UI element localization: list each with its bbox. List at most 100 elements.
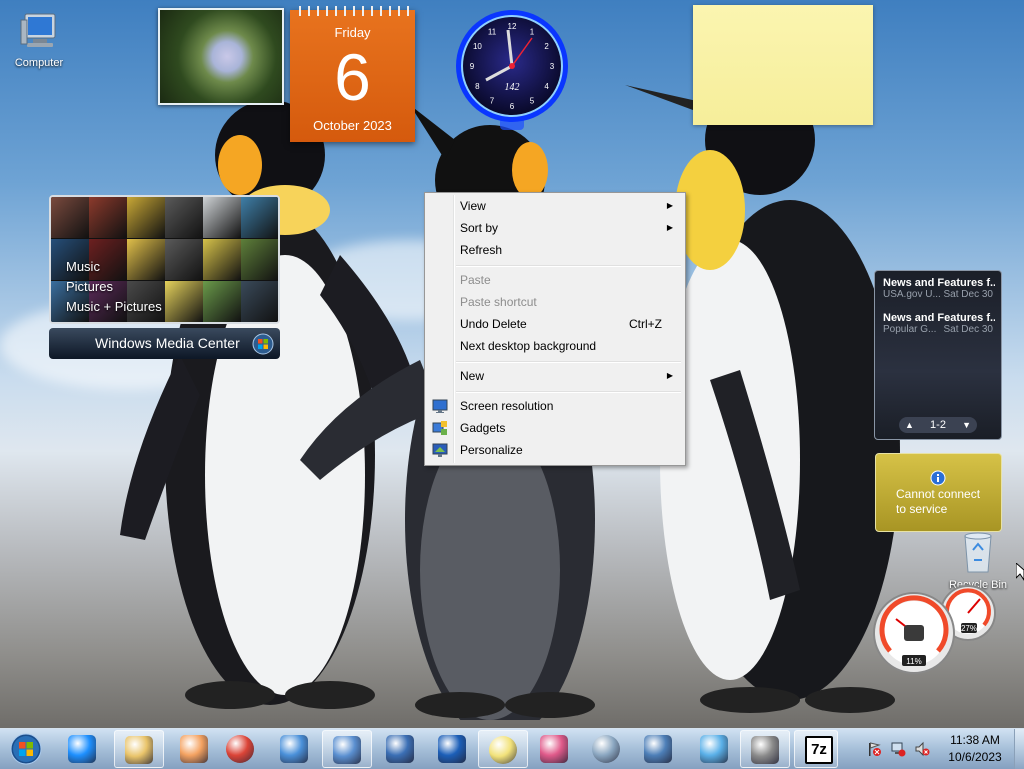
- menu-item-next-desktop-background[interactable]: Next desktop background: [427, 335, 683, 357]
- menu-item-shortcut: Ctrl+Z: [629, 317, 662, 331]
- menu-item-paste-shortcut: Paste shortcut: [427, 291, 683, 313]
- taskbar-button-media-player[interactable]: [170, 730, 220, 768]
- clock-time: 11:38 AM: [950, 733, 1000, 747]
- weather-error-line2: to service: [896, 502, 948, 516]
- pager-next-icon[interactable]: ▼: [962, 417, 971, 433]
- menu-item-sort-by[interactable]: Sort by ▶: [427, 217, 683, 239]
- start-button[interactable]: [2, 730, 52, 768]
- file-explorer-icon: [125, 736, 153, 764]
- feed-item-title: News and Features f...: [883, 277, 995, 289]
- feed-item[interactable]: News and Features f... Popular G... Sat …: [883, 312, 995, 335]
- taskbar-button-sticky-notes[interactable]: [478, 730, 528, 768]
- media-center-menu-music-pictures[interactable]: Music + Pictures: [66, 299, 162, 314]
- menu-item-label: Sort by: [460, 221, 499, 235]
- submenu-arrow-icon: ▶: [666, 371, 673, 380]
- cpu-percent: 11%: [906, 657, 921, 666]
- computer-icon: [20, 13, 56, 47]
- media-center-brand-light: Media Center: [155, 335, 240, 351]
- gadgets-icon: [432, 421, 447, 435]
- menu-item-view[interactable]: View ▶: [427, 195, 683, 217]
- info-icon: [930, 470, 946, 486]
- feed-item-source: Popular G...: [883, 324, 937, 335]
- media-tile: [203, 239, 241, 280]
- taskbar-button-paper-plane[interactable]: [690, 730, 740, 768]
- media-tile: [241, 281, 278, 322]
- screen-resolution-icon: [432, 399, 448, 413]
- calendar-gadget[interactable]: Friday 6 October 2023: [290, 6, 415, 142]
- taskbar-button-7zip[interactable]: 7z: [794, 730, 838, 768]
- menu-item-label: Paste: [460, 273, 491, 287]
- media-center-menu-pictures[interactable]: Pictures: [66, 279, 113, 294]
- taskbar-button-internet-explorer[interactable]: [58, 730, 108, 768]
- taskbar-button-chrome[interactable]: [216, 730, 266, 768]
- menu-item-label: Screen resolution: [460, 399, 554, 413]
- pager-prev-icon[interactable]: ▲: [905, 417, 914, 433]
- network-icon: [386, 735, 414, 763]
- menu-item-personalize[interactable]: Personalize: [427, 439, 683, 461]
- clock-numeral: 2: [544, 42, 549, 51]
- recycle-bin-icon: [964, 532, 992, 573]
- taskbar-button-network[interactable]: [376, 730, 426, 768]
- taskbar-button-help[interactable]: [428, 730, 478, 768]
- taskbar-button-firewall[interactable]: [740, 730, 790, 768]
- clock-numeral: 8: [475, 82, 480, 91]
- flag-icon: [869, 742, 881, 756]
- desktop-context-menu: View ▶ Sort by ▶ Refresh Paste Paste sho…: [424, 192, 686, 466]
- menu-item-label: Undo Delete: [460, 317, 527, 331]
- feed-pager-label: 1-2: [930, 419, 946, 431]
- taskbar-button-control-panel[interactable]: [322, 730, 372, 768]
- internet-explorer-icon: [68, 735, 96, 763]
- volume-muted-icon[interactable]: [914, 741, 930, 760]
- clock-numeral: 11: [488, 27, 497, 36]
- menu-separator: [456, 265, 681, 267]
- media-tile: [165, 239, 203, 280]
- menu-item-screen-resolution[interactable]: Screen resolution: [427, 395, 683, 417]
- slideshow-gadget[interactable]: [158, 8, 284, 105]
- media-tile: [127, 239, 165, 280]
- submenu-arrow-icon: ▶: [666, 201, 673, 210]
- clock-gadget[interactable]: 12 12 3 45 6 7 8 9 10 11 142: [450, 8, 574, 132]
- menu-item-refresh[interactable]: Refresh: [427, 239, 683, 261]
- menu-item-new[interactable]: New ▶: [427, 365, 683, 387]
- taskbar-clock[interactable]: 11:38 AM 10/6/2023: [935, 732, 1015, 766]
- action-center-icon[interactable]: [866, 741, 882, 760]
- menu-item-label: New: [460, 369, 485, 383]
- feed-headlines-gadget[interactable]: News and Features f... USA.gov U... Sat …: [874, 270, 1002, 440]
- menu-item-undo-delete[interactable]: Undo Delete Ctrl+Z: [427, 313, 683, 335]
- sticky-note-gadget[interactable]: [693, 5, 873, 125]
- network-icon: [891, 742, 906, 757]
- clock-date: 10/6/2023: [948, 750, 1002, 764]
- desktop-icon-computer[interactable]: Computer: [4, 10, 74, 69]
- sticky-notes-icon: [489, 736, 517, 764]
- taskbar-button-file-explorer[interactable]: [114, 730, 164, 768]
- taskbar-button-text: 7z: [811, 741, 827, 758]
- clock-numeral: 7: [490, 97, 495, 106]
- paper-plane-icon: [700, 735, 728, 763]
- media-center-brand-bold: Windows: [95, 335, 152, 351]
- desktop-icon-recycle-bin[interactable]: Recycle Bin: [940, 530, 1016, 591]
- taskbar-button-calculator[interactable]: [582, 730, 632, 768]
- weather-error-line1: Cannot connect: [896, 487, 981, 501]
- menu-item-gadgets[interactable]: Gadgets: [427, 417, 683, 439]
- clock-numeral: 6: [510, 102, 515, 111]
- calendar-binding: [294, 6, 411, 16]
- network-status-icon[interactable]: [890, 741, 906, 760]
- taskbar-button-snipping-tool[interactable]: [530, 730, 580, 768]
- taskbar-button-magnifier[interactable]: [634, 730, 684, 768]
- memory-percent: 27%: [961, 624, 977, 633]
- cpu-meter-gadget[interactable]: 27% 11%: [872, 585, 1002, 677]
- control-panel-icon: [333, 736, 361, 764]
- media-center-gadget[interactable]: Music Pictures Music + Pictures Windows …: [49, 195, 280, 359]
- media-tile: [165, 281, 203, 322]
- taskbar: 7z 11:38 AM 10/6/2023: [0, 728, 1024, 769]
- media-center-menu-music[interactable]: Music: [66, 259, 100, 274]
- weather-gadget[interactable]: Cannot connect to service: [875, 453, 1002, 532]
- show-desktop-button[interactable]: [1014, 729, 1024, 769]
- media-center-launch-bar[interactable]: Windows Media Center: [49, 328, 280, 359]
- speaker-icon: [915, 741, 930, 757]
- clock-numeral: 5: [530, 97, 535, 106]
- desktop-wallpaper[interactable]: Computer Recycle Bin Friday 6 October 20…: [0, 0, 1024, 728]
- feed-item[interactable]: News and Features f... USA.gov U... Sat …: [883, 277, 995, 300]
- taskbar-button-remote-desktop[interactable]: [270, 730, 320, 768]
- help-icon: [438, 735, 466, 763]
